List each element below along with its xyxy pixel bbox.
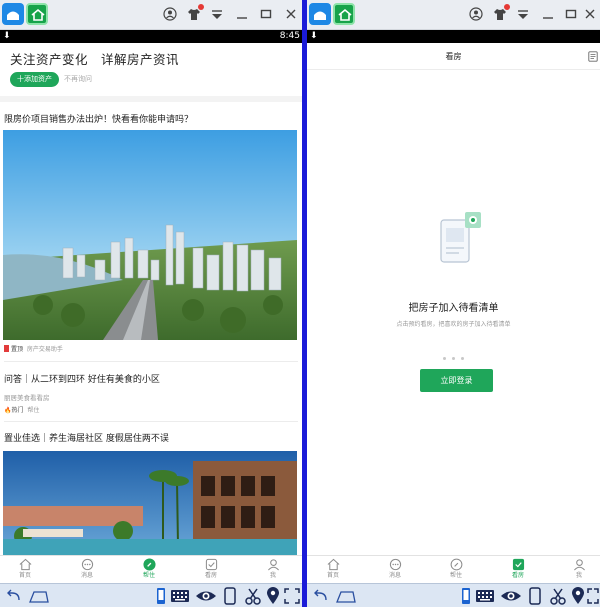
scissors-icon[interactable]	[244, 587, 262, 605]
house-app-icon[interactable]	[333, 3, 355, 25]
tab-viewing[interactable]: 看房	[498, 558, 538, 580]
article-tag: 置顶	[11, 346, 24, 353]
compass-icon	[450, 558, 462, 571]
android-status-bar: ⬇	[307, 30, 600, 43]
phone-icon[interactable]	[156, 587, 166, 605]
article-separator	[4, 361, 298, 362]
status-time: 8:45	[279, 31, 300, 41]
article-tag: 热门	[11, 407, 24, 414]
eye-icon[interactable]	[500, 587, 522, 605]
empty-list-illustration-icon	[440, 212, 481, 263]
bottom-tab-bar: 首页 消息 帮住 看房 我	[0, 555, 302, 582]
article-title[interactable]: 问答｜从二环到四环 好住有美食的小区	[4, 372, 160, 385]
home-nav-icon[interactable]	[28, 587, 50, 605]
tab-viewing[interactable]: 看房	[191, 558, 231, 580]
article-meta: 🔥热门 帮住	[4, 405, 39, 414]
download-icon: ⬇	[3, 31, 11, 41]
back-icon[interactable]	[311, 587, 329, 605]
emulator-app-icon[interactable]	[309, 3, 331, 25]
fullscreen-icon[interactable]	[587, 587, 599, 605]
maximize-icon[interactable]	[259, 7, 275, 23]
emulator-root: ⬇ 8:45 关注资产变化 详解房产资讯 十添加资产 不再询问 限房价项目销售办…	[0, 0, 600, 607]
keyboard-icon[interactable]	[475, 587, 495, 605]
emulator-app-icon[interactable]	[2, 3, 24, 25]
scissors-icon[interactable]	[549, 587, 567, 605]
article-author: 帮住	[27, 407, 40, 414]
emulator-title-bar	[0, 0, 302, 30]
tab-help[interactable]: 帮住	[129, 558, 169, 580]
check-box-icon	[205, 558, 217, 571]
phone-icon[interactable]	[461, 587, 471, 605]
pager-dots	[443, 345, 473, 360]
location-icon[interactable]	[571, 587, 585, 605]
chat-bubble-icon	[81, 558, 93, 571]
device-icon[interactable]	[529, 587, 541, 605]
article-separator	[4, 421, 298, 422]
menu-down-icon[interactable]	[516, 7, 532, 23]
section-gap	[0, 96, 302, 102]
tab-home[interactable]: 首页	[313, 558, 353, 580]
account-icon[interactable]	[163, 7, 179, 23]
emulator-nav-bar	[307, 583, 600, 607]
house-app-icon[interactable]	[26, 3, 48, 25]
article-meta: 置顶 房产交易助手	[4, 344, 63, 353]
device-icon[interactable]	[224, 587, 236, 605]
chat-bubble-icon	[389, 558, 401, 571]
home-nav-icon[interactable]	[335, 587, 357, 605]
emulator-nav-bar	[0, 583, 302, 607]
fullscreen-icon[interactable]	[284, 587, 300, 605]
article-title[interactable]: 限房价项目销售办法出炉！快看看你能申请吗？	[4, 112, 193, 125]
emulator-title-bar	[307, 0, 600, 30]
right-emulator-window: ⬇ 看房 把房子加入待看清单 点击预约看房，把喜欢的房子加入待看清单 立即登录 …	[307, 0, 600, 607]
tab-me[interactable]: 我	[559, 558, 599, 580]
user-icon	[267, 559, 279, 571]
tab-me[interactable]: 我	[253, 558, 293, 580]
article-subtitle: 丽居美食看看房	[4, 394, 50, 402]
skip-link[interactable]: 不再询问	[64, 74, 92, 84]
location-icon[interactable]	[266, 587, 280, 605]
minimize-icon[interactable]	[541, 7, 557, 23]
article-image-city[interactable]	[3, 130, 297, 340]
article-title[interactable]: 置业佳选｜养生海居社区 度假居住两不误	[4, 431, 169, 444]
empty-state-title: 把房子加入待看清单	[408, 303, 499, 314]
compass-icon	[142, 558, 156, 571]
tab-messages[interactable]: 消息	[375, 558, 415, 580]
article-image-resort[interactable]	[3, 451, 297, 555]
user-icon	[573, 559, 585, 571]
viewing-header: 看房	[307, 43, 600, 70]
article-author: 房产交易助手	[26, 346, 63, 353]
eye-icon[interactable]	[195, 587, 217, 605]
keyboard-icon[interactable]	[170, 587, 190, 605]
left-emulator-window: ⬇ 8:45 关注资产变化 详解房产资讯 十添加资产 不再询问 限房价项目销售办…	[0, 0, 302, 607]
add-asset-button[interactable]: 十添加资产	[10, 72, 59, 87]
back-icon[interactable]	[4, 587, 22, 605]
notes-icon[interactable]	[588, 51, 598, 62]
close-icon[interactable]	[583, 7, 599, 23]
empty-state-subtitle: 点击预约看房，把喜欢的房子加入待看清单	[396, 321, 511, 328]
tab-home[interactable]: 首页	[5, 558, 45, 580]
check-box-icon	[512, 558, 524, 571]
page-title: 看房	[445, 52, 462, 61]
news-feed[interactable]: 关注资产变化 详解房产资讯 十添加资产 不再询问 限房价项目销售办法出炉！快看看…	[0, 43, 302, 555]
maximize-icon[interactable]	[564, 7, 580, 23]
close-icon[interactable]	[284, 7, 300, 23]
minimize-icon[interactable]	[235, 7, 251, 23]
follow-assets-title: 关注资产变化 详解房产资讯	[10, 52, 180, 67]
tab-help[interactable]: 帮住	[436, 558, 476, 580]
home-icon	[19, 558, 31, 571]
menu-down-icon[interactable]	[210, 7, 226, 23]
download-icon: ⬇	[310, 31, 318, 41]
login-button[interactable]: 立即登录	[420, 369, 493, 392]
bottom-tab-bar: 首页 消息 帮住 看房 我	[307, 555, 600, 582]
pin-flag-icon	[4, 345, 9, 352]
account-icon[interactable]	[469, 7, 485, 23]
home-icon	[327, 558, 339, 571]
notification-dot	[504, 4, 510, 10]
tab-messages[interactable]: 消息	[67, 558, 107, 580]
notification-dot	[198, 4, 204, 10]
android-status-bar: ⬇ 8:45	[0, 30, 302, 43]
